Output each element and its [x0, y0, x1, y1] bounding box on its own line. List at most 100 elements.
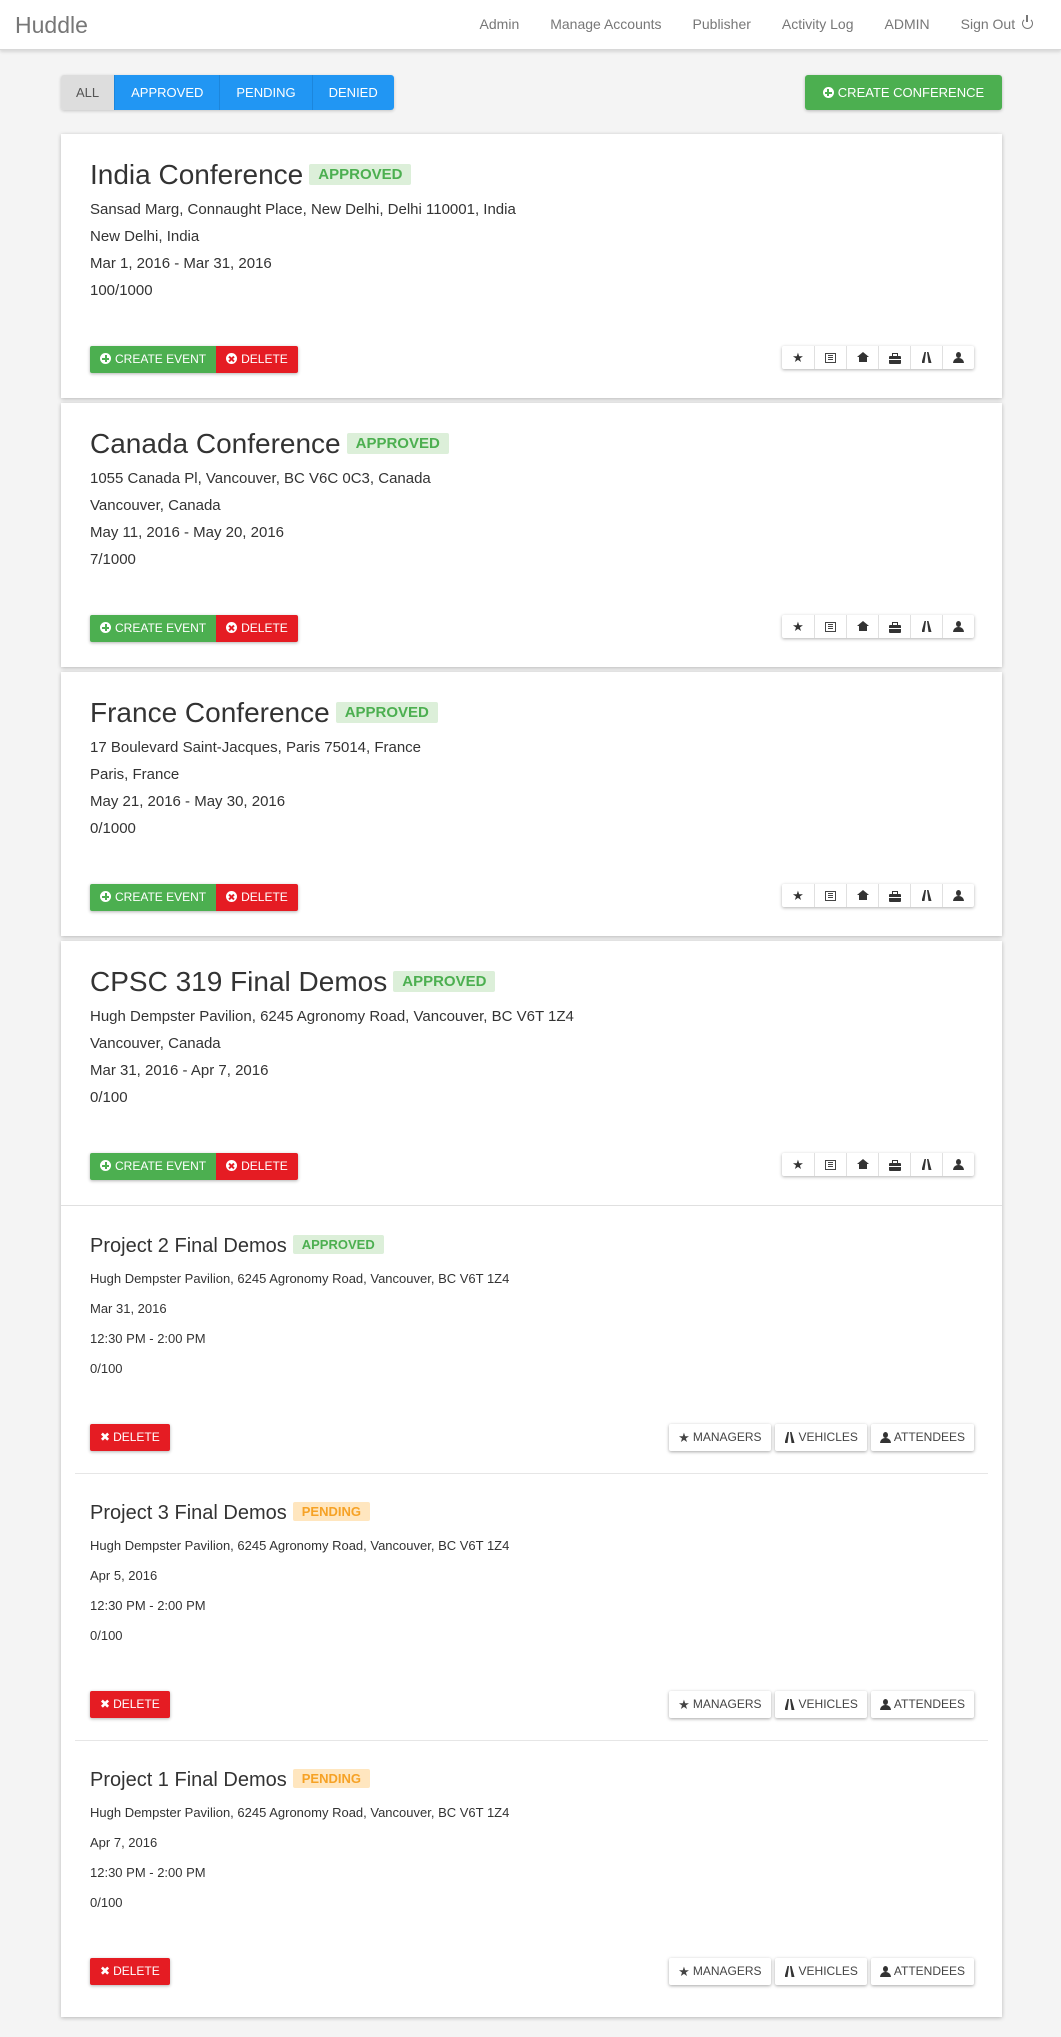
home-icon[interactable]	[846, 615, 878, 638]
conference-capacity: 7/1000	[90, 551, 136, 568]
nav-activity-log[interactable]: Activity Log	[782, 16, 854, 32]
conference-dates: May 21, 2016 - May 30, 2016	[90, 793, 286, 810]
star-icon[interactable]: ★	[782, 615, 814, 638]
conference-address: Sansad Marg, Connaught Place, New Delhi,…	[90, 201, 516, 218]
delete-label: DELETE	[113, 1430, 160, 1444]
home-icon[interactable]	[846, 1153, 878, 1176]
sign-out-label: Sign Out	[960, 16, 1016, 32]
create-conference-label: CREATE CONFERENCE	[837, 85, 985, 100]
conference-title: Canada Conference APPROVED	[90, 428, 449, 460]
briefcase-icon[interactable]	[878, 1153, 910, 1176]
attendees-label: ATTENDEES	[893, 1964, 965, 1978]
managers-label: MANAGERS	[692, 1697, 762, 1711]
conference-address: 17 Boulevard Saint-Jacques, Paris 75014,…	[90, 739, 422, 756]
nav-user-admin[interactable]: ADMIN	[885, 16, 930, 32]
user-icon[interactable]	[942, 1153, 974, 1176]
brand-logo[interactable]: Huddle	[15, 12, 88, 39]
star-icon[interactable]: ★	[782, 1153, 814, 1176]
home-icon[interactable]	[846, 884, 878, 907]
vehicles-button[interactable]: VEHICLES	[774, 1691, 867, 1718]
x-circle-icon	[226, 622, 238, 633]
nav-manage-accounts[interactable]: Manage Accounts	[550, 16, 661, 32]
plus-circle-icon	[100, 1160, 111, 1171]
conference-capacity: 0/100	[90, 1089, 128, 1106]
star-icon[interactable]: ★	[782, 884, 814, 907]
user-icon[interactable]	[942, 615, 974, 638]
conference-address: Hugh Dempster Pavilion, 6245 Agronomy Ro…	[90, 1008, 574, 1025]
delete-conference-button[interactable]: DELETE	[216, 346, 298, 373]
conference-city: Paris, France	[90, 766, 180, 783]
user-icon[interactable]	[942, 884, 974, 907]
status-badge: APPROVED	[346, 433, 449, 454]
nav-sign-out[interactable]: Sign Out	[960, 15, 1033, 32]
delete-event-button[interactable]: ✖ DELETE	[90, 1958, 170, 1985]
create-event-button[interactable]: CREATE EVENT	[90, 346, 217, 373]
managers-label: MANAGERS	[692, 1964, 762, 1978]
conference-title: France Conference APPROVED	[90, 697, 438, 729]
conference-actions: CREATE EVENT DELETE	[90, 615, 298, 642]
filter-denied[interactable]: DENIED	[311, 75, 394, 110]
vehicles-label: VEHICLES	[798, 1430, 858, 1444]
attendees-button[interactable]: ATTENDEES	[870, 1424, 974, 1451]
home-icon[interactable]	[846, 346, 878, 369]
conference-name: France Conference	[90, 697, 330, 728]
managers-button[interactable]: ★ MANAGERS	[669, 1691, 771, 1718]
delete-label: DELETE	[241, 621, 288, 635]
conference-actions: CREATE EVENT DELETE	[90, 346, 298, 373]
filter-approved[interactable]: APPROVED	[114, 75, 220, 110]
conference-icon-toolbar: ★	[782, 884, 974, 907]
table-icon[interactable]	[814, 884, 846, 907]
briefcase-icon[interactable]	[878, 615, 910, 638]
road-icon[interactable]	[910, 615, 942, 638]
star-icon[interactable]: ★	[782, 346, 814, 369]
nav-admin[interactable]: Admin	[480, 16, 520, 32]
divider	[61, 1205, 1002, 1206]
table-icon[interactable]	[814, 1153, 846, 1176]
create-event-button[interactable]: CREATE EVENT	[90, 884, 217, 911]
vehicles-button[interactable]: VEHICLES	[774, 1424, 867, 1451]
delete-event-button[interactable]: ✖ DELETE	[90, 1424, 170, 1451]
filter-all[interactable]: ALL	[61, 75, 115, 110]
table-icon[interactable]	[814, 346, 846, 369]
road-icon[interactable]	[910, 884, 942, 907]
managers-button[interactable]: ★ MANAGERS	[669, 1958, 771, 1985]
vehicles-label: VEHICLES	[798, 1697, 858, 1711]
navbar: Huddle Admin Manage Accounts Publisher A…	[0, 0, 1061, 50]
x-circle-icon	[226, 1160, 238, 1171]
delete-conference-button[interactable]: DELETE	[216, 615, 298, 642]
road-icon[interactable]	[910, 346, 942, 369]
road-icon	[784, 1699, 796, 1710]
nav-links: Admin Manage Accounts Publisher Activity…	[449, 15, 1033, 32]
create-event-label: CREATE EVENT	[115, 890, 207, 904]
conference-city: Vancouver, Canada	[90, 497, 221, 514]
managers-button[interactable]: ★ MANAGERS	[669, 1424, 771, 1451]
attendees-label: ATTENDEES	[893, 1430, 965, 1444]
star-icon: ★	[678, 1430, 690, 1445]
delete-event-button[interactable]: ✖ DELETE	[90, 1691, 170, 1718]
table-icon[interactable]	[814, 615, 846, 638]
delete-conference-button[interactable]: DELETE	[216, 884, 298, 911]
managers-label: MANAGERS	[692, 1430, 762, 1444]
briefcase-icon[interactable]	[878, 884, 910, 907]
briefcase-icon[interactable]	[878, 346, 910, 369]
delete-conference-button[interactable]: DELETE	[216, 1153, 298, 1180]
create-event-button[interactable]: CREATE EVENT	[90, 615, 217, 642]
x-circle-icon	[226, 353, 238, 364]
event-actions: ★ MANAGERS VEHICLES ATTENDEES	[665, 1958, 974, 1985]
status-badge: PENDING	[292, 1502, 370, 1521]
create-event-button[interactable]: CREATE EVENT	[90, 1153, 217, 1180]
road-icon[interactable]	[910, 1153, 942, 1176]
attendees-button[interactable]: ATTENDEES	[870, 1958, 974, 1985]
user-icon[interactable]	[942, 346, 974, 369]
divider	[75, 1740, 988, 1741]
create-conference-button[interactable]: CREATE CONFERENCE	[805, 75, 1002, 110]
vehicles-button[interactable]: VEHICLES	[774, 1958, 867, 1985]
conference-city: New Delhi, India	[90, 228, 200, 245]
filter-pending[interactable]: PENDING	[219, 75, 312, 110]
attendees-button[interactable]: ATTENDEES	[870, 1691, 974, 1718]
conference-capacity: 100/1000	[90, 282, 153, 299]
event-date: Mar 31, 2016	[90, 1301, 167, 1316]
event-actions: ★ MANAGERS VEHICLES ATTENDEES	[665, 1691, 974, 1718]
nav-publisher[interactable]: Publisher	[693, 16, 751, 32]
conference-card: India Conference APPROVED Sansad Marg, Co…	[61, 134, 1002, 398]
